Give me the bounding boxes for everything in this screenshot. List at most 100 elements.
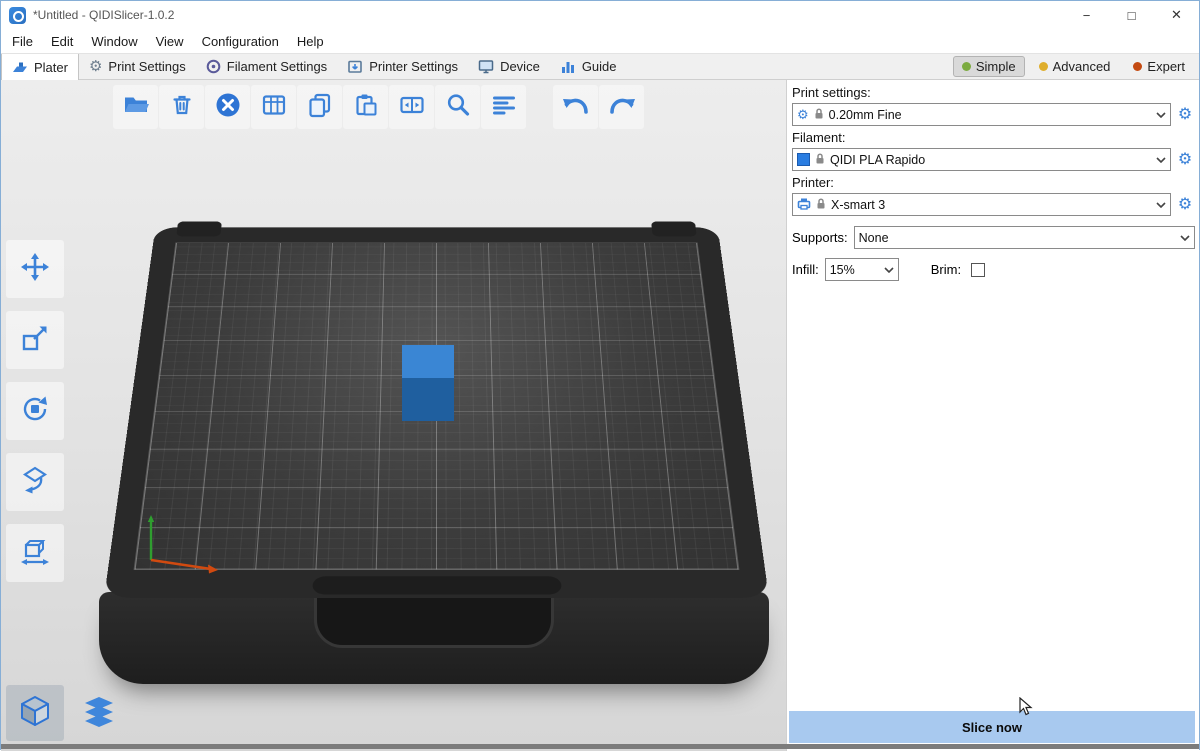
rotate-tool-button[interactable] xyxy=(6,382,64,440)
printer-label: Printer: xyxy=(792,175,1195,190)
model-cube-top-face xyxy=(402,345,454,378)
model-cube-front-face xyxy=(402,378,454,421)
bed-handle-cutout xyxy=(314,598,554,648)
menu-help[interactable]: Help xyxy=(288,34,333,49)
chevron-down-icon xyxy=(882,267,894,273)
brim-label: Brim: xyxy=(931,262,961,277)
delete-button[interactable] xyxy=(159,85,204,129)
editor-view-button[interactable] xyxy=(6,685,64,741)
mode-expert[interactable]: Expert xyxy=(1124,56,1194,77)
mode-simple[interactable]: Simple xyxy=(953,56,1025,77)
print-settings-row: ⚙ 0.20mm Fine ⚙ xyxy=(792,103,1195,126)
split-objects-icon xyxy=(398,91,426,124)
copy-button[interactable] xyxy=(297,85,342,129)
printer-select[interactable]: X-smart 3 xyxy=(792,193,1171,216)
slice-now-button[interactable]: Slice now xyxy=(789,711,1195,743)
paste-button[interactable] xyxy=(343,85,388,129)
maximize-button[interactable]: □ xyxy=(1109,1,1154,29)
arrange-button[interactable] xyxy=(251,85,296,129)
filament-value: QIDI PLA Rapido xyxy=(830,153,1149,167)
undo-button[interactable] xyxy=(553,85,598,129)
supports-value: None xyxy=(859,231,1173,245)
split-button[interactable] xyxy=(389,85,434,129)
tab-label: Filament Settings xyxy=(227,59,327,74)
place-on-face-tool-button[interactable] xyxy=(6,453,64,511)
supports-select[interactable]: None xyxy=(854,226,1195,249)
app-icon xyxy=(9,7,26,24)
mouse-cursor xyxy=(1019,697,1033,717)
scale-tool-button[interactable] xyxy=(6,311,64,369)
copy-icon xyxy=(306,91,334,124)
tab-label: Device xyxy=(500,59,540,74)
move-icon xyxy=(20,252,50,287)
print-settings-select[interactable]: ⚙ 0.20mm Fine xyxy=(792,103,1171,126)
close-button[interactable]: ✕ xyxy=(1154,1,1199,29)
filament-label: Filament: xyxy=(792,130,1195,145)
tab-printer-settings[interactable]: Printer Settings xyxy=(337,54,468,79)
menu-view[interactable]: View xyxy=(147,34,193,49)
rotate-icon xyxy=(20,394,50,429)
gear-icon: ⚙ xyxy=(797,108,809,121)
infill-select[interactable]: 15% xyxy=(825,258,899,281)
delete-all-icon xyxy=(214,91,242,124)
print-settings-value: 0.20mm Fine xyxy=(829,108,1149,122)
menu-window[interactable]: Window xyxy=(82,34,146,49)
menubar: File Edit Window View Configuration Help xyxy=(1,29,1199,53)
supports-label: Supports: xyxy=(792,230,848,245)
bed-clip-right xyxy=(651,221,697,236)
arrange-grid-icon xyxy=(260,91,288,124)
printer-base xyxy=(99,592,769,684)
menu-configuration[interactable]: Configuration xyxy=(193,34,288,49)
brim-checkbox[interactable] xyxy=(971,263,985,277)
print-settings-gear-button[interactable]: ⚙ xyxy=(1175,107,1195,123)
simple-mode-dot xyxy=(962,62,971,71)
filament-spool-icon xyxy=(206,59,221,74)
bed-clip-left xyxy=(176,221,222,236)
filament-row: QIDI PLA Rapido ⚙ xyxy=(792,148,1195,171)
mode-selector: Simple Advanced Expert xyxy=(953,54,1199,79)
menu-file[interactable]: File xyxy=(3,34,42,49)
tab-print-settings[interactable]: ⚙ Print Settings xyxy=(79,54,196,79)
tab-guide[interactable]: Guide xyxy=(550,54,627,79)
mode-label: Expert xyxy=(1147,59,1185,74)
window-title: *Untitled - QIDISlicer-1.0.2 xyxy=(33,8,174,22)
mode-label: Advanced xyxy=(1053,59,1111,74)
gizmo-toolbar xyxy=(6,240,64,582)
tab-plater[interactable]: Plater xyxy=(1,54,79,80)
viewport-3d[interactable] xyxy=(1,80,786,751)
chevron-down-icon xyxy=(1154,202,1166,208)
search-button[interactable] xyxy=(435,85,480,129)
redo-button[interactable] xyxy=(599,85,644,129)
move-tool-button[interactable] xyxy=(6,240,64,298)
measure-tool-button[interactable] xyxy=(6,524,64,582)
titlebar: *Untitled - QIDISlicer-1.0.2 − □ ✕ xyxy=(1,1,1199,29)
redo-icon xyxy=(607,92,637,123)
scale-icon xyxy=(20,323,50,358)
model-cube[interactable] xyxy=(402,345,454,421)
view-mode-toggles xyxy=(6,685,128,741)
layers-icon xyxy=(81,693,117,734)
minimize-button[interactable]: − xyxy=(1064,1,1109,29)
main-area: Print settings: ⚙ 0.20mm Fine ⚙ Filament… xyxy=(1,80,1199,751)
tab-device[interactable]: Device xyxy=(468,54,550,79)
chevron-down-icon xyxy=(1154,157,1166,163)
delete-all-button[interactable] xyxy=(205,85,250,129)
gear-icon: ⚙ xyxy=(89,59,102,74)
filament-select[interactable]: QIDI PLA Rapido xyxy=(792,148,1171,171)
infill-row: Infill: 15% Brim: xyxy=(792,258,1195,281)
cube-view-icon xyxy=(17,693,53,734)
infill-value: 15% xyxy=(830,263,877,277)
advanced-mode-dot xyxy=(1039,62,1048,71)
layer-lines-icon xyxy=(490,91,518,124)
tab-filament-settings[interactable]: Filament Settings xyxy=(196,54,337,79)
lock-icon xyxy=(814,107,824,123)
chevron-down-icon xyxy=(1178,235,1190,241)
printer-value: X-smart 3 xyxy=(831,198,1149,212)
mode-advanced[interactable]: Advanced xyxy=(1030,56,1120,77)
layer-editing-button[interactable] xyxy=(481,85,526,129)
preview-view-button[interactable] xyxy=(70,685,128,741)
filament-gear-button[interactable]: ⚙ xyxy=(1175,152,1195,168)
open-file-button[interactable] xyxy=(113,85,158,129)
printer-gear-button[interactable]: ⚙ xyxy=(1175,197,1195,213)
menu-edit[interactable]: Edit xyxy=(42,34,82,49)
